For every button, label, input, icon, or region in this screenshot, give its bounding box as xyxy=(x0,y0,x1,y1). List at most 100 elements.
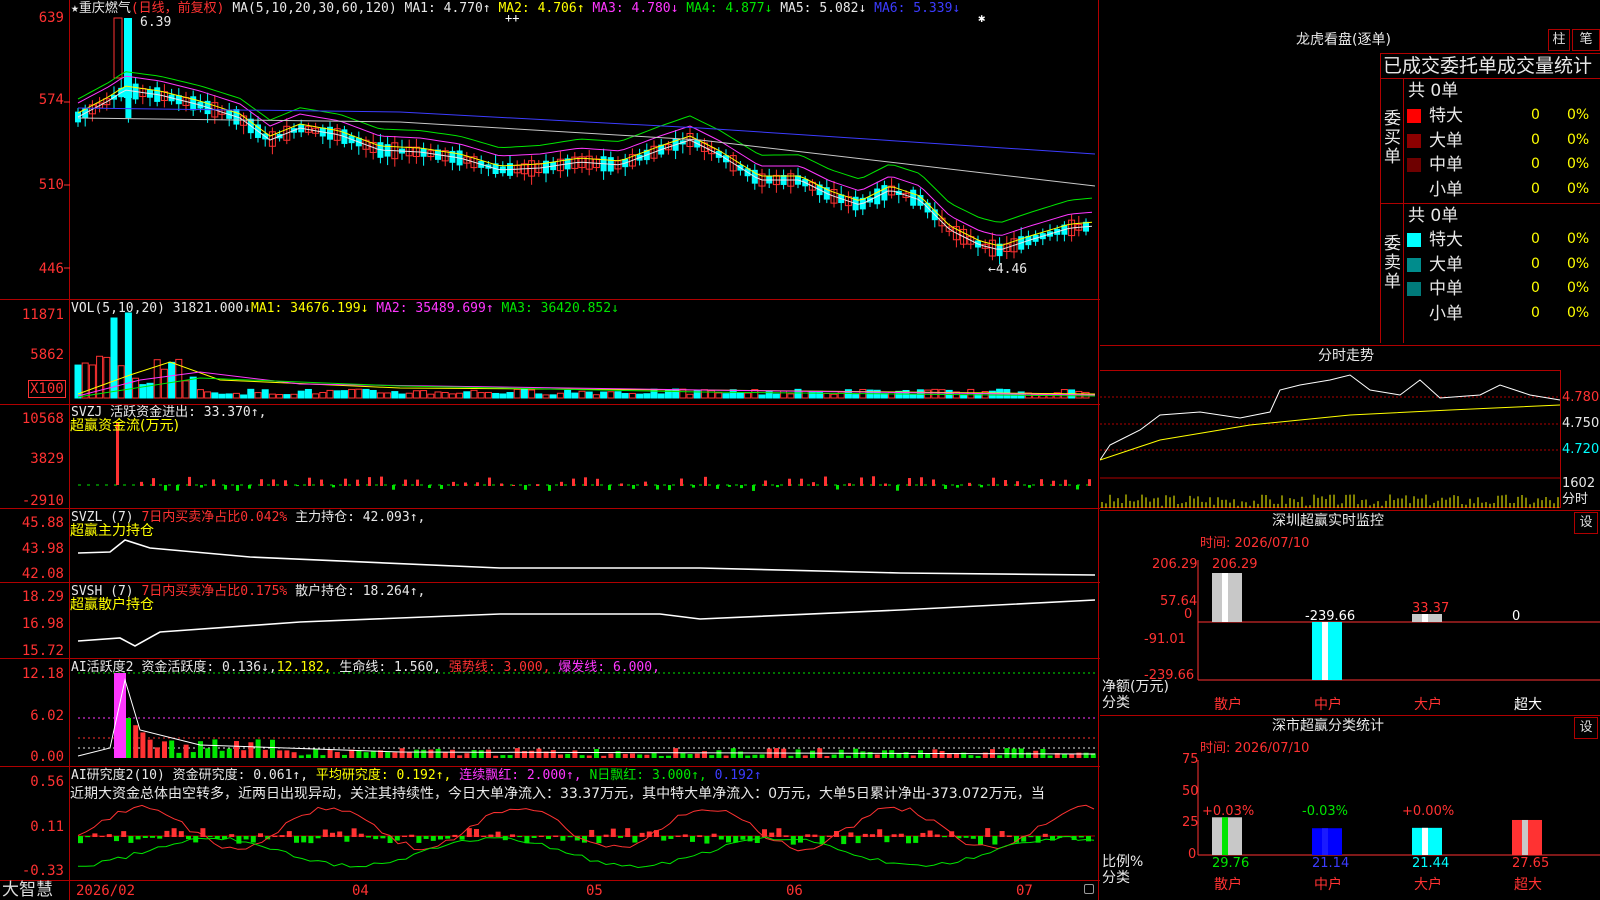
ai-res-bar xyxy=(906,836,911,844)
ai-res-bar xyxy=(488,834,494,837)
ai-res-bar xyxy=(855,836,861,844)
volume-bar xyxy=(600,391,608,399)
volume-bar xyxy=(189,376,197,399)
volume-bar xyxy=(117,365,125,399)
ai-act-bar xyxy=(558,754,563,758)
ma-line xyxy=(77,75,1093,236)
period-label[interactable]: (日线，前复权) xyxy=(131,1,225,16)
volume-bar xyxy=(823,392,831,399)
ai-act-bar xyxy=(126,718,131,758)
classify-val-2: 21.44 xyxy=(1412,856,1450,871)
volume-bar xyxy=(326,389,334,399)
volume-bar xyxy=(348,388,356,399)
ai-res-bar xyxy=(78,836,83,844)
svzj-bar xyxy=(956,485,959,488)
lock-icon[interactable] xyxy=(1084,884,1094,894)
ai-res-bar xyxy=(294,836,299,843)
vol-unit-badge[interactable]: X100 xyxy=(28,380,66,398)
ai-act-tick-1: 12.18 xyxy=(21,666,64,682)
ai-res-bar xyxy=(589,829,595,837)
ai-res-bar xyxy=(171,828,177,837)
ai-res-bar xyxy=(783,835,789,837)
ai-res-bar xyxy=(985,828,991,837)
ai-act-bar xyxy=(536,748,542,758)
svzj-bar xyxy=(752,485,755,491)
volume-bar xyxy=(204,391,212,399)
volume-bar xyxy=(520,388,528,399)
ai-res-bar xyxy=(286,831,292,837)
ai-act-bar xyxy=(392,752,398,758)
ai-act-bar xyxy=(399,748,405,758)
ai-act-bar xyxy=(565,753,571,758)
ai-res-bar xyxy=(639,832,645,837)
ai-res-tick-3: -0.33 xyxy=(21,863,64,879)
stock-name[interactable]: ★重庆燃气 xyxy=(71,1,131,16)
ai-comment: 近期大资金总体由空转多，近两日出现异动，关注其持续性，今日大单净流入：33.37… xyxy=(70,786,1045,802)
svzj-bar xyxy=(860,477,863,486)
ai-act-bar xyxy=(226,748,232,758)
ai-res-bar xyxy=(452,834,458,837)
ai-act-bar xyxy=(450,749,455,758)
svzj-bar xyxy=(224,485,227,490)
ai-act-bar xyxy=(255,739,261,758)
ai-act-bar xyxy=(1004,748,1010,758)
ai-life-line: 生命线: 1.560, xyxy=(339,660,442,675)
volume-bar xyxy=(549,394,557,399)
ai-act-bar xyxy=(198,741,203,758)
ai-res-bar xyxy=(920,832,926,837)
ai-res-bar xyxy=(913,836,919,843)
ai-act-bar xyxy=(500,755,506,758)
vol-ma1: MA1: 34676.199↓ xyxy=(251,301,369,316)
classify-bar-hl xyxy=(1422,827,1428,855)
volume-bar xyxy=(384,392,392,399)
volume-bar xyxy=(232,392,240,399)
volume-bar xyxy=(492,392,500,399)
ai-act-bar xyxy=(147,739,153,758)
ai-act-bar xyxy=(291,752,297,758)
ai-act-bar xyxy=(745,755,751,758)
svzj-bar xyxy=(272,479,275,486)
svzj-bar xyxy=(200,485,203,488)
kline-panel[interactable]: ++ ✱ ★重庆燃气(日线，前复权) MA(5,10,20,30,60,120) … xyxy=(0,0,1100,900)
ai-act-bar xyxy=(349,749,355,758)
ai-res-bar xyxy=(1006,835,1012,837)
ai-res-bar xyxy=(697,835,703,837)
svzj-bar xyxy=(512,484,515,486)
ai-res-bar xyxy=(877,829,883,837)
ai-res-bar xyxy=(236,836,242,844)
volume-bar xyxy=(528,389,536,399)
ai-act-bar xyxy=(687,754,693,758)
svzj-bar xyxy=(608,485,611,491)
ai-res-bar xyxy=(1078,836,1084,838)
svzj-bar xyxy=(716,485,719,489)
ai-res-bar xyxy=(322,829,328,837)
ma-head: MA(5,10,20,30,60,120) xyxy=(232,1,397,16)
ai-res-val5: 0.192↑ xyxy=(714,768,762,783)
app-logo[interactable]: 大智慧 xyxy=(2,880,53,900)
volume-bar xyxy=(938,389,946,399)
vol-tick-2: 5862 xyxy=(30,347,64,363)
monitor-val-2: 33.37 xyxy=(1412,601,1450,616)
ai-res-bar xyxy=(538,835,544,837)
ai-res-bar xyxy=(445,836,451,839)
svzj-bar xyxy=(1028,485,1031,488)
y-tick-510: 510 xyxy=(38,177,64,193)
ai-act-bar xyxy=(464,753,470,758)
svzj-bar xyxy=(248,485,251,489)
ai-act-bar xyxy=(356,750,362,758)
ai-act-bar xyxy=(738,751,743,758)
volume-bar xyxy=(571,392,579,399)
svzj-bar xyxy=(260,479,263,486)
ai-act-bar xyxy=(910,755,916,758)
svzj-bar xyxy=(788,478,791,486)
volume-bar xyxy=(333,390,341,399)
monitor-cat-2: 大户 xyxy=(1414,697,1442,713)
ai-act-bar xyxy=(414,749,419,758)
date-tick-4: 07 xyxy=(1016,883,1033,899)
ai-act-bar xyxy=(579,755,585,758)
svzj-bar xyxy=(1052,480,1055,486)
candle-peak xyxy=(113,17,123,79)
classify-y-tick: 50 xyxy=(1182,784,1199,799)
volume-bar xyxy=(240,394,248,399)
ai-res-bar xyxy=(675,835,681,837)
